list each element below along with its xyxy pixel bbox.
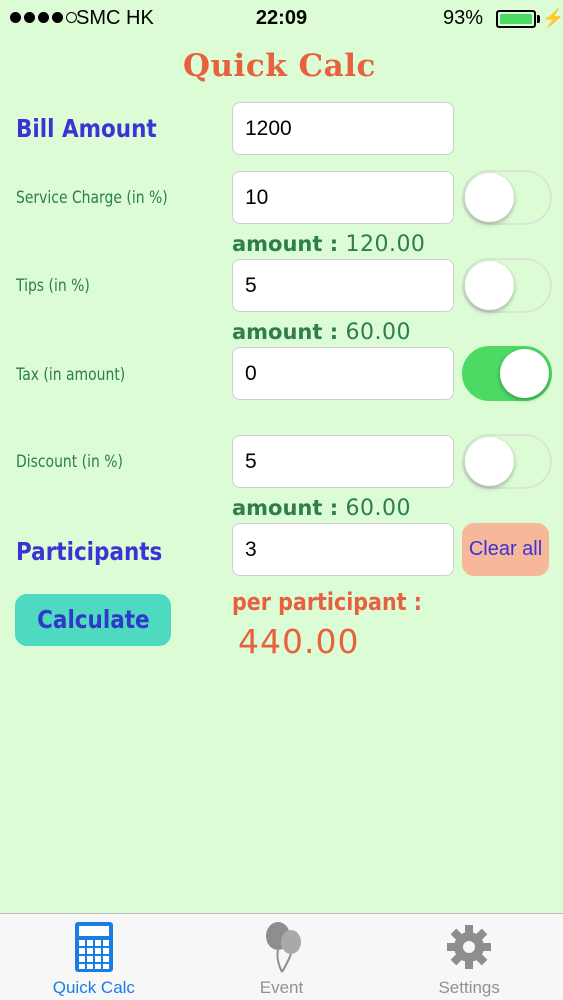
- clear-all-button[interactable]: Clear all: [462, 523, 549, 576]
- page-title: Quick Calc: [183, 48, 376, 84]
- charging-bolt-icon: ⚡: [542, 8, 563, 28]
- battery-nub: [537, 15, 540, 23]
- discount-amount: amount : 60.00: [232, 496, 411, 521]
- calculator-icon: [74, 922, 113, 972]
- tab-settings-label: Settings: [438, 978, 500, 997]
- tab-event[interactable]: Event: [188, 914, 376, 1000]
- per-participant-label: per participant :: [232, 588, 422, 616]
- tab-event-label: Event: [259, 978, 304, 997]
- gear-icon: [447, 925, 492, 969]
- participants-label: Participants: [16, 537, 163, 566]
- discount-toggle[interactable]: [462, 434, 552, 489]
- balloons-icon: [265, 922, 301, 973]
- calculate-button[interactable]: Calculate: [15, 594, 171, 646]
- tips-input[interactable]: 5: [232, 259, 454, 312]
- service-charge-label: Service Charge (in %): [16, 188, 168, 208]
- tax-input[interactable]: 0: [232, 347, 454, 400]
- per-participant-result: 440.00: [238, 622, 360, 661]
- battery-icon: [496, 10, 536, 28]
- tab-settings[interactable]: Settings: [375, 914, 563, 1000]
- bill-amount-label: Bill Amount: [16, 114, 157, 143]
- service-charge-amount: amount : 120.00: [232, 232, 426, 257]
- discount-input[interactable]: 5: [232, 435, 454, 488]
- participants-input[interactable]: 3: [232, 523, 454, 576]
- status-bar: SMC HK 22:09 93% ⚡: [0, 0, 563, 38]
- tab-quick-calc[interactable]: Quick Calc: [0, 914, 188, 1000]
- service-charge-input[interactable]: 10: [232, 171, 454, 224]
- service-charge-toggle[interactable]: [462, 170, 552, 225]
- tab-quick-calc-label: Quick Calc: [52, 978, 135, 997]
- tips-toggle[interactable]: [462, 258, 552, 313]
- battery-percent: 93%: [443, 7, 484, 29]
- tab-bar: Quick Calc Event Settings: [0, 913, 563, 1000]
- tips-amount: amount : 60.00: [232, 320, 411, 345]
- tax-toggle[interactable]: [462, 346, 552, 401]
- tax-label: Tax (in amount): [16, 365, 126, 385]
- discount-label: Discount (in %): [16, 452, 123, 472]
- bill-amount-input[interactable]: 1200: [232, 102, 454, 155]
- tips-label: Tips (in %): [16, 276, 90, 296]
